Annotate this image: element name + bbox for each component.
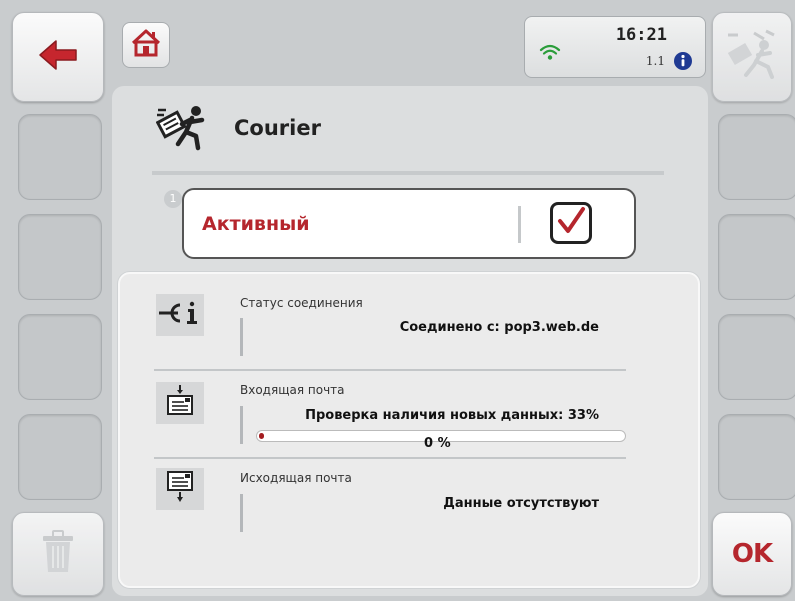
connection-label: Статус соединения bbox=[240, 296, 363, 310]
home-button[interactable] bbox=[122, 22, 170, 68]
connection-bar bbox=[240, 318, 243, 356]
left-softkey-3[interactable] bbox=[18, 214, 102, 300]
version-label: 1.1 bbox=[645, 54, 665, 68]
page-header: Courier bbox=[150, 100, 670, 156]
step-badge: 1 bbox=[164, 190, 182, 208]
active-toggle-row[interactable]: Активный bbox=[182, 188, 636, 259]
checkmark-icon bbox=[556, 206, 586, 240]
right-softkey-3[interactable] bbox=[718, 214, 795, 300]
status-area: 16:21 1.1 bbox=[524, 16, 706, 78]
connection-row-icon-box bbox=[156, 294, 204, 336]
outgoing-mail-icon bbox=[165, 470, 195, 508]
incoming-label: Входящая почта bbox=[240, 383, 345, 397]
connection-info-icon bbox=[158, 300, 202, 330]
arrow-left-icon bbox=[36, 38, 80, 76]
ok-label: OK bbox=[731, 539, 773, 569]
home-icon bbox=[131, 29, 161, 61]
clock: 16:21 bbox=[615, 25, 667, 45]
left-softkey-4[interactable] bbox=[18, 314, 102, 400]
back-button[interactable] bbox=[12, 12, 104, 102]
wifi-icon bbox=[539, 43, 561, 65]
courier-icon bbox=[155, 104, 208, 156]
right-softkey-2[interactable] bbox=[718, 114, 795, 200]
row-divider-2 bbox=[154, 457, 626, 459]
outgoing-bar bbox=[240, 494, 243, 532]
row-divider-1 bbox=[154, 369, 626, 371]
active-label: Активный bbox=[202, 213, 310, 235]
left-softkey-2[interactable] bbox=[18, 114, 102, 200]
right-softkey-5[interactable] bbox=[718, 414, 795, 500]
page-title: Courier bbox=[234, 116, 321, 140]
trash-icon bbox=[41, 530, 75, 578]
incoming-mail-icon bbox=[165, 384, 195, 422]
title-divider bbox=[152, 171, 664, 175]
incoming-progress-fill bbox=[259, 433, 264, 439]
incoming-bar bbox=[240, 406, 243, 444]
incoming-row-icon-box bbox=[156, 382, 204, 424]
delete-button[interactable] bbox=[12, 512, 104, 596]
incoming-progress-text: 0 % bbox=[424, 436, 451, 451]
courier-settings-icon bbox=[724, 27, 780, 87]
active-separator bbox=[518, 206, 521, 243]
settings-button[interactable] bbox=[712, 12, 792, 102]
incoming-value: Проверка наличия новых данных: 33% bbox=[305, 408, 599, 423]
active-checkbox[interactable] bbox=[550, 202, 592, 244]
outgoing-label: Исходящая почта bbox=[240, 471, 352, 485]
left-softkey-5[interactable] bbox=[18, 414, 102, 500]
ok-button[interactable]: OK bbox=[712, 512, 792, 596]
connection-value: Соединено с: pop3.web.de bbox=[399, 320, 599, 335]
info-icon[interactable] bbox=[673, 51, 693, 75]
right-softkey-4[interactable] bbox=[718, 314, 795, 400]
outgoing-value: Данные отсутствуют bbox=[443, 496, 599, 511]
outgoing-row-icon-box bbox=[156, 468, 204, 510]
